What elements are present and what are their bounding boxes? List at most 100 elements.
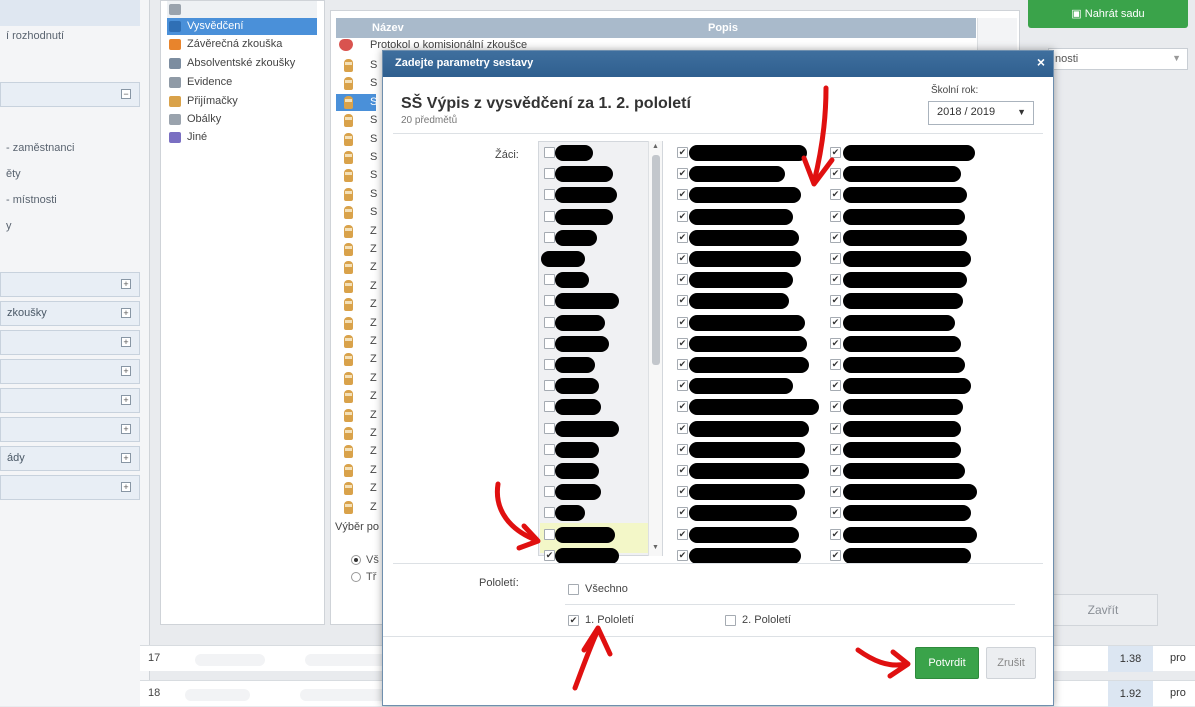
expand-icon[interactable]: +	[121, 453, 131, 463]
subject-checkbox[interactable]: ✔	[830, 295, 841, 307]
subject-checkbox[interactable]: ✔	[830, 337, 841, 349]
student-checkbox[interactable]	[544, 380, 555, 392]
student-checkbox[interactable]	[544, 528, 555, 540]
sidebar-accordion-4[interactable]: +	[0, 359, 140, 384]
confirm-button[interactable]: Potvrdit	[915, 647, 979, 679]
subject-checkbox[interactable]: ✔	[830, 549, 841, 561]
collapse-icon[interactable]: −	[121, 89, 131, 99]
report-row[interactable]: S	[336, 75, 386, 92]
subject-checkbox[interactable]: ✔	[830, 253, 841, 264]
subject-checkbox[interactable]: ✔	[677, 443, 688, 455]
subject-checkbox[interactable]: ✔	[677, 253, 688, 264]
report-row[interactable]: S	[336, 112, 386, 129]
subject-checkbox[interactable]: ✔	[830, 380, 841, 392]
subject-checkbox[interactable]: ✔	[830, 147, 841, 158]
student-checkbox[interactable]	[544, 465, 555, 476]
subject-checkbox[interactable]: ✔	[677, 316, 688, 328]
subject-checkbox[interactable]: ✔	[677, 295, 688, 307]
sidebar-accordion-6[interactable]: +	[0, 417, 140, 442]
subject-checkbox[interactable]: ✔	[677, 507, 688, 519]
report-row[interactable]: S	[336, 149, 386, 166]
subject-checkbox[interactable]: ✔	[677, 189, 688, 201]
subject-checkbox[interactable]: ✔	[677, 359, 688, 370]
report-row[interactable]: S	[336, 204, 386, 221]
sidebar-link-employees[interactable]: - zaměstnanci	[6, 142, 74, 154]
sidebar-link-decisions[interactable]: í rozhodnutí	[6, 30, 64, 42]
semester-all-checkbox[interactable]	[568, 584, 579, 595]
subject-checkbox[interactable]: ✔	[830, 210, 841, 222]
student-checkbox[interactable]	[544, 443, 555, 455]
column-header-description[interactable]: Popis	[708, 22, 738, 34]
subject-checkbox[interactable]: ✔	[677, 274, 688, 286]
expand-icon[interactable]: +	[121, 308, 131, 318]
subject-checkbox[interactable]: ✔	[677, 147, 688, 158]
subject-checkbox[interactable]: ✔	[830, 486, 841, 498]
scroll-thumb[interactable]	[652, 155, 660, 365]
report-row[interactable]: Z	[336, 278, 386, 295]
student-checkbox[interactable]	[544, 147, 555, 158]
student-checkbox[interactable]	[544, 189, 555, 201]
subject-checkbox[interactable]: ✔	[677, 231, 688, 243]
report-row[interactable]: Z	[336, 241, 386, 258]
student-checkbox[interactable]	[544, 337, 555, 349]
report-row[interactable]: S	[336, 131, 386, 148]
subject-checkbox[interactable]: ✔	[677, 210, 688, 222]
subject-checkbox[interactable]: ✔	[677, 465, 688, 476]
subject-checkbox[interactable]: ✔	[830, 443, 841, 455]
category-item-report-cards[interactable]: Vysvědčení	[167, 18, 317, 35]
semester-2-checkbox[interactable]	[725, 615, 736, 626]
category-item-graduate-exams[interactable]: Absolventské zkoušky	[167, 55, 317, 72]
subject-checkbox[interactable]: ✔	[677, 168, 688, 180]
subject-checkbox[interactable]: ✔	[677, 528, 688, 540]
category-item-envelopes[interactable]: Obálky	[167, 111, 317, 128]
category-item-top[interactable]	[167, 1, 317, 18]
report-row[interactable]: Z	[336, 315, 386, 332]
sidebar-accordion-5[interactable]: +	[0, 388, 140, 413]
sidebar-accordion-8[interactable]: +	[0, 475, 140, 500]
report-row[interactable]: S	[336, 93, 377, 111]
expand-icon[interactable]: +	[121, 366, 131, 376]
sidebar-accordion-7[interactable]: ády +	[0, 446, 140, 471]
close-icon[interactable]: ×	[1037, 54, 1045, 70]
report-row[interactable]: Z	[336, 333, 386, 350]
sidebar-link-2[interactable]: ěty	[6, 168, 21, 180]
scroll-up-icon[interactable]: ▲	[652, 143, 659, 150]
report-row[interactable]: Z	[336, 388, 386, 405]
report-row[interactable]: S	[336, 167, 386, 184]
student-checkbox[interactable]	[544, 359, 555, 370]
subject-checkbox[interactable]: ✔	[830, 359, 841, 370]
report-row[interactable]: S	[336, 57, 386, 74]
subject-checkbox[interactable]: ✔	[830, 231, 841, 243]
student-checkbox[interactable]	[544, 231, 555, 243]
sidebar-accordion-0[interactable]: −	[0, 82, 140, 107]
subject-checkbox[interactable]: ✔	[677, 549, 688, 561]
expand-icon[interactable]: +	[121, 279, 131, 289]
subject-checkbox[interactable]: ✔	[830, 316, 841, 328]
subject-checkbox[interactable]: ✔	[830, 189, 841, 201]
sidebar-link-4[interactable]: y	[6, 220, 12, 232]
subject-checkbox[interactable]: ✔	[830, 507, 841, 519]
category-item-records[interactable]: Evidence	[167, 74, 317, 91]
subject-checkbox[interactable]: ✔	[830, 401, 841, 413]
cancel-button[interactable]: Zrušit	[986, 647, 1036, 679]
subject-checkbox[interactable]: ✔	[677, 486, 688, 498]
radio-all[interactable]	[351, 555, 361, 565]
student-checkbox[interactable]	[544, 316, 555, 328]
semester-1-checkbox[interactable]: ✔	[568, 615, 579, 626]
student-checkbox[interactable]	[544, 168, 555, 180]
category-item-final-exam[interactable]: Závěrečná zkouška	[167, 36, 317, 53]
sidebar-link-rooms[interactable]: - místnosti	[6, 194, 57, 206]
sidebar-accordion-1[interactable]: +	[0, 272, 140, 297]
subject-checkbox[interactable]: ✔	[830, 274, 841, 286]
report-row[interactable]: Z	[336, 259, 386, 276]
scroll-down-icon[interactable]: ▼	[652, 544, 659, 551]
school-year-select[interactable]: 2018 / 2019 ▼	[928, 101, 1034, 125]
report-row[interactable]: Z	[336, 425, 386, 442]
expand-icon[interactable]: +	[121, 482, 131, 492]
sidebar-top-item[interactable]	[0, 0, 140, 26]
student-scrollbar[interactable]: ▲ ▼	[648, 141, 662, 556]
subject-checkbox[interactable]: ✔	[677, 380, 688, 392]
subject-checkbox[interactable]: ✔	[677, 337, 688, 349]
student-checkbox[interactable]	[544, 295, 555, 307]
report-row[interactable]: Z	[336, 480, 386, 497]
